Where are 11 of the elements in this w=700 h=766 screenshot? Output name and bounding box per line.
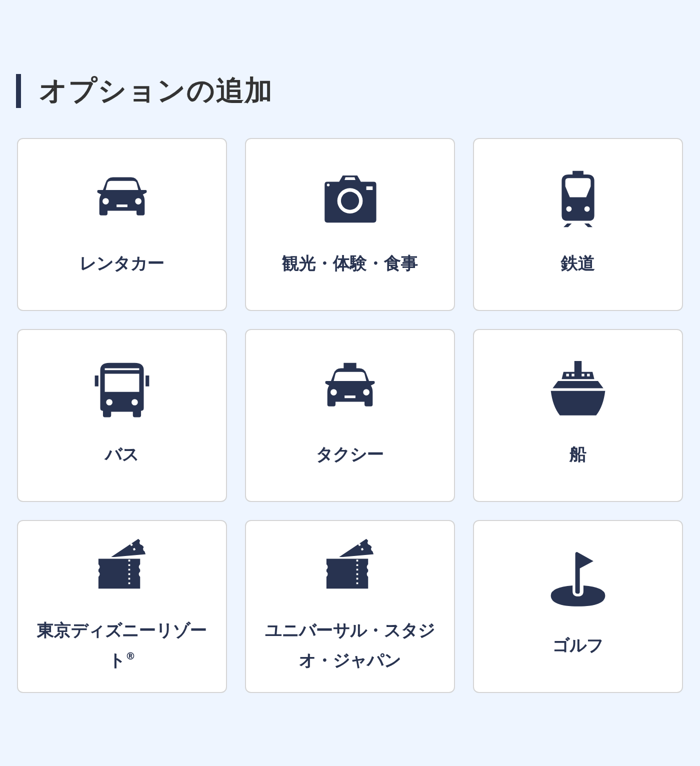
option-card[interactable]: レンタカー [17,138,227,311]
option-card[interactable]: タクシー [245,329,455,502]
option-card[interactable]: 船 [473,329,683,502]
option-card[interactable]: バス [17,329,227,502]
option-card[interactable]: 鉄道 [473,138,683,311]
heading-bar [16,74,21,108]
section-title: オプションの追加 [39,73,273,109]
option-card[interactable]: 東京ディズニーリゾート$^{®}$ [17,520,227,693]
option-card[interactable]: ユニバーサル・スタジオ・ジャパン [245,520,455,693]
option-card[interactable]: ゴルフ [473,520,683,693]
option-card[interactable]: 観光・体験・食事 [245,138,455,311]
